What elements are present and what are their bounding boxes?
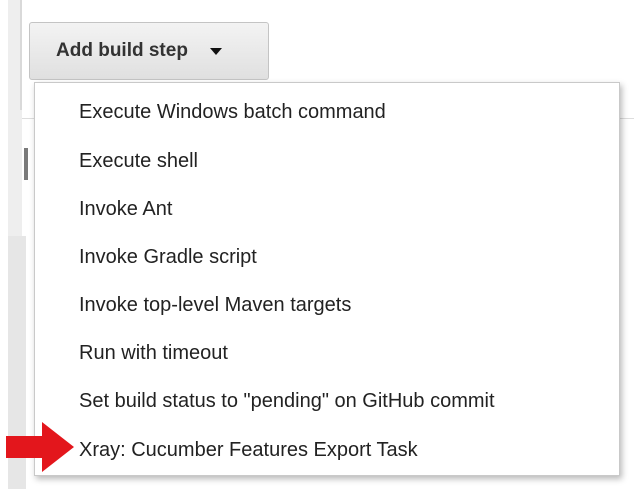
build-step-menu: Execute Windows batch command Execute sh… [34, 82, 620, 476]
menu-item-set-build-status[interactable]: Set build status to "pending" on GitHub … [79, 383, 495, 419]
add-build-step-button[interactable]: Add build step [29, 22, 269, 80]
add-build-step-label: Add build step [56, 40, 188, 61]
menu-item-invoke-gradle[interactable]: Invoke Gradle script [79, 239, 257, 275]
menu-item-invoke-maven[interactable]: Invoke top-level Maven targets [79, 287, 351, 323]
chevron-down-icon [209, 47, 222, 55]
menu-item-execute-shell[interactable]: Execute shell [79, 143, 198, 179]
left-marker [24, 148, 28, 180]
menu-item-run-with-timeout[interactable]: Run with timeout [79, 335, 228, 371]
menu-item-execute-windows-batch[interactable]: Execute Windows batch command [79, 94, 386, 130]
red-arrow-icon [6, 422, 74, 472]
menu-item-xray-cucumber-export[interactable]: Xray: Cucumber Features Export Task [79, 432, 418, 468]
menu-item-invoke-ant[interactable]: Invoke Ant [79, 191, 172, 227]
left-gutter-edge [20, 0, 22, 110]
